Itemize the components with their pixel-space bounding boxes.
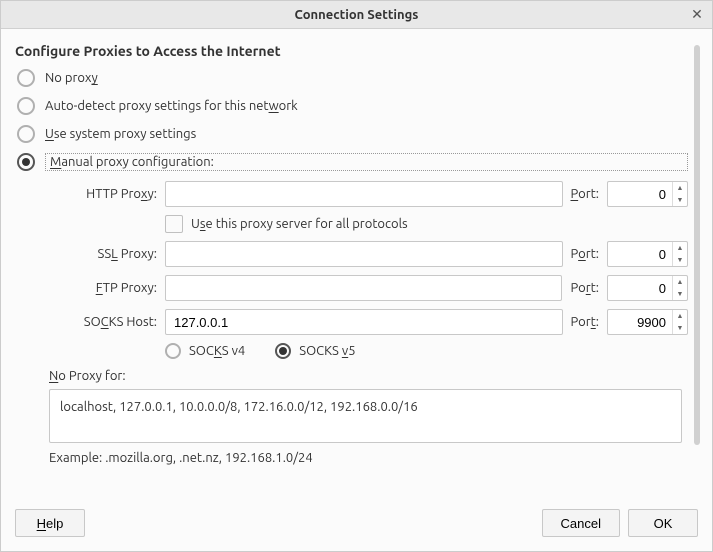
ok-button[interactable]: OK [628, 509, 698, 537]
radio-socks-v5-label: SOCKS v5 [299, 344, 355, 358]
radio-auto-detect[interactable] [17, 97, 35, 115]
ssl-proxy-label: SSL Proxy: [49, 247, 159, 261]
section-heading: Configure Proxies to Access the Internet [15, 43, 688, 59]
use-all-protocols-row: Use this proxy server for all protocols [165, 215, 688, 233]
ftp-port-wrap: ▲ ▼ [607, 275, 688, 301]
socks-version-row: SOCKS v4 SOCKS v5 [165, 343, 688, 359]
use-all-protocols-label: Use this proxy server for all protocols [191, 217, 408, 231]
ftp-port-up[interactable]: ▲ [673, 276, 687, 288]
no-proxy-for-label: No Proxy for: [49, 369, 688, 383]
ssl-proxy-input[interactable] [165, 241, 563, 267]
http-proxy-row: HTTP Proxy: Port: ▲ ▼ [49, 181, 688, 207]
ssl-port-input[interactable] [608, 242, 672, 266]
ftp-port-spinner: ▲ ▼ [672, 276, 687, 300]
radio-system-proxy-label: Use system proxy settings [45, 127, 196, 141]
close-icon[interactable]: ✕ [688, 5, 706, 23]
radio-no-proxy-row: No proxy [17, 69, 688, 87]
connection-settings-window: Connection Settings ✕ Configure Proxies … [0, 0, 713, 552]
ftp-proxy-row: FTP Proxy: Port: ▲ ▼ [49, 275, 688, 301]
cancel-button[interactable]: Cancel [542, 509, 620, 537]
ftp-port-label: Port: [568, 281, 601, 295]
ftp-proxy-input[interactable] [165, 275, 562, 301]
socks-port-input[interactable] [608, 310, 672, 334]
ftp-port-down[interactable]: ▼ [673, 288, 687, 300]
http-port-up[interactable]: ▲ [673, 182, 687, 194]
scrollbar[interactable] [694, 45, 700, 445]
radio-manual-proxy-row: Manual proxy configuration: [17, 153, 688, 171]
http-port-label: Port: [569, 187, 602, 201]
ftp-port-input[interactable] [608, 276, 672, 300]
ftp-proxy-label: FTP Proxy: [49, 281, 159, 295]
button-bar: Help Cancel OK [1, 501, 712, 551]
ssl-port-spinner: ▲ ▼ [672, 242, 687, 266]
ssl-proxy-row: SSL Proxy: Port: ▲ ▼ [49, 241, 688, 267]
http-port-down[interactable]: ▼ [673, 194, 687, 206]
http-port-input[interactable] [608, 182, 672, 206]
radio-manual-proxy-label: Manual proxy configuration: [45, 153, 688, 171]
content-area: Configure Proxies to Access the Internet… [1, 29, 712, 501]
radio-no-proxy-label: No proxy [45, 71, 98, 85]
http-proxy-label: HTTP Proxy: [49, 187, 159, 201]
radio-socks-v4-label: SOCKS v4 [189, 344, 245, 358]
http-port-spinner: ▲ ▼ [672, 182, 687, 206]
titlebar: Connection Settings ✕ [1, 1, 712, 29]
window-title: Connection Settings [295, 8, 419, 22]
socks-host-label: SOCKS Host: [49, 315, 159, 329]
socks-port-spinner: ▲ ▼ [672, 310, 687, 334]
scroll-area: Configure Proxies to Access the Internet… [15, 43, 692, 493]
no-proxy-for-input[interactable]: localhost, 127.0.0.1, 10.0.0.0/8, 172.16… [49, 389, 682, 443]
socks-host-row: SOCKS Host: Port: ▲ ▼ [49, 309, 688, 335]
ssl-port-down[interactable]: ▼ [673, 254, 687, 266]
ssl-port-label: Port: [569, 247, 602, 261]
radio-auto-detect-label: Auto-detect proxy settings for this netw… [45, 99, 298, 113]
ssl-port-wrap: ▲ ▼ [607, 241, 688, 267]
socks-port-label: Port: [569, 315, 602, 329]
radio-system-proxy[interactable] [17, 125, 35, 143]
socks-port-up[interactable]: ▲ [673, 310, 687, 322]
radio-auto-detect-row: Auto-detect proxy settings for this netw… [17, 97, 688, 115]
http-port-wrap: ▲ ▼ [607, 181, 688, 207]
radio-manual-proxy[interactable] [17, 153, 35, 171]
socks-host-input[interactable] [165, 309, 563, 335]
proxy-fields: HTTP Proxy: Port: ▲ ▼ Use this proxy ser… [49, 181, 688, 359]
use-all-protocols-checkbox[interactable] [165, 215, 183, 233]
socks-port-down[interactable]: ▼ [673, 322, 687, 334]
http-proxy-input[interactable] [165, 181, 563, 207]
radio-socks-v4[interactable] [165, 343, 181, 359]
no-proxy-example: Example: .mozilla.org, .net.nz, 192.168.… [49, 451, 688, 465]
help-button[interactable]: Help [15, 509, 85, 537]
radio-system-proxy-row: Use system proxy settings [17, 125, 688, 143]
radio-socks-v5[interactable] [275, 343, 291, 359]
socks-port-wrap: ▲ ▼ [607, 309, 688, 335]
radio-no-proxy[interactable] [17, 69, 35, 87]
ssl-port-up[interactable]: ▲ [673, 242, 687, 254]
